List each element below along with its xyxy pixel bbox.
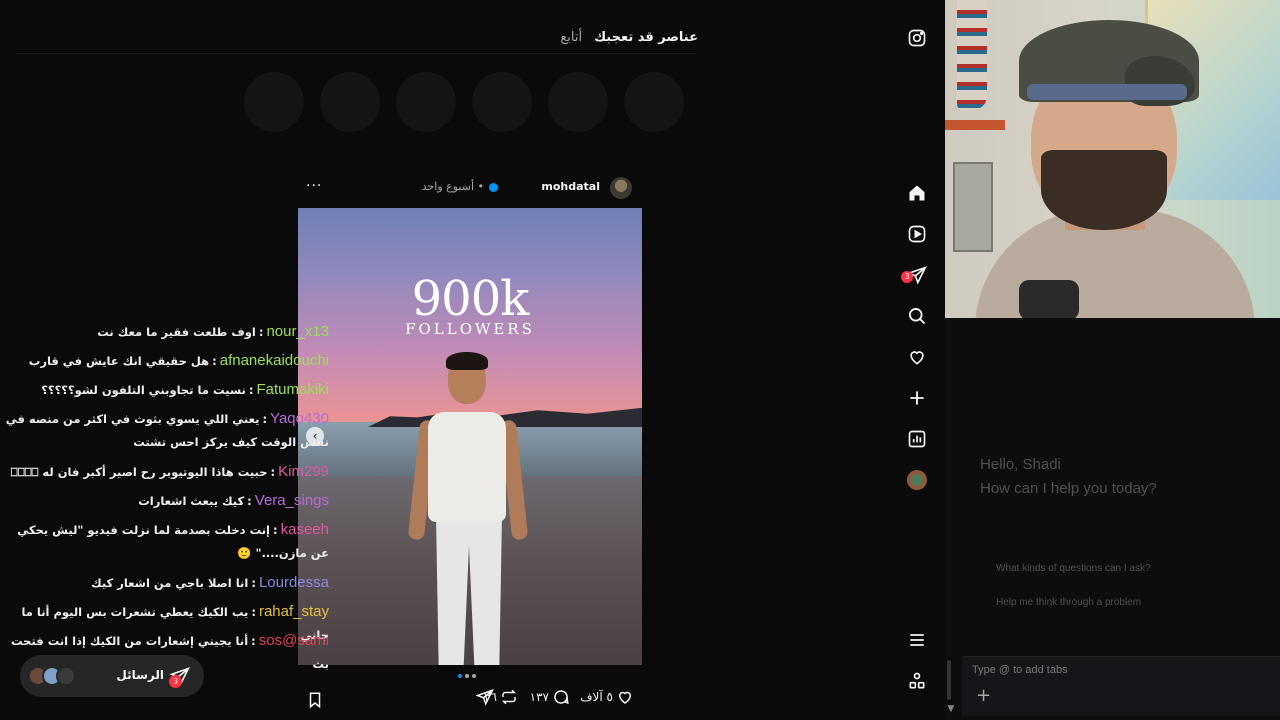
like-action[interactable]: ٥ آلاف [580, 688, 634, 706]
post-image[interactable]: 900k FOLLOWERS ‹ [298, 208, 642, 665]
bookmark-icon [309, 692, 321, 709]
chat-username[interactable]: Yaqo430 [270, 410, 329, 427]
carousel-dots [458, 674, 476, 678]
ghost-greeting: Hello, Shadi [980, 456, 1061, 473]
chat-message: nour_x13:اوف طلعت فقير ما معك نت [97, 323, 329, 340]
chat-text: هل حقيقي انك عايش في قارب [28, 354, 210, 368]
heart-icon[interactable] [907, 347, 927, 367]
story-placeholder[interactable] [320, 72, 380, 132]
ghost-suggestion: Help me think through a problem [996, 597, 1142, 608]
plus-icon[interactable] [907, 388, 927, 408]
carousel-dot [465, 674, 469, 678]
chat-message: Lourdessa:انا اصلا باجي من اشعار كيك [91, 574, 329, 591]
nav-rail: 3 [900, 0, 934, 720]
heart-icon [618, 691, 632, 704]
image-headline-label: FOLLOWERS [405, 320, 535, 338]
reels-icon[interactable] [907, 224, 927, 244]
chat-message: Vera_sings:كيك يبعث اشعارات [138, 492, 329, 509]
apps-icon[interactable] [907, 671, 927, 691]
chat-message: Yaqo430:يعني اللي يسوي بثوث في اكثر من م… [5, 410, 329, 449]
suggestions-title: عناصر قد تعجبك [594, 30, 698, 45]
chat-message: Fatumakiki:نسيت ما تجاوبني التلفون لشو؟؟… [41, 381, 329, 398]
post-actions: ٥ آلاف ١٣٧ ٣٦ [298, 688, 642, 712]
more-options-button[interactable]: ... [306, 174, 322, 190]
chat-username[interactable]: Vera_sings [255, 492, 329, 509]
share-action[interactable] [476, 688, 494, 706]
carousel-dot [472, 674, 476, 678]
chat-scrollbar[interactable] [947, 660, 951, 700]
add-tab-button[interactable]: + [976, 685, 991, 706]
post-header: mohdatal • أسبوع واحد ... [298, 174, 642, 200]
follow-link[interactable]: أتابع [560, 30, 582, 45]
chat-text: نسيت ما تجاوبني التلفون لشو؟؟؟؟؟ [41, 383, 246, 397]
chat-username[interactable]: kaseeh [281, 521, 329, 538]
instagram-logo-icon[interactable] [907, 28, 927, 48]
chat-input-placeholder: Type @ to add tabs [972, 664, 1068, 676]
repost-icon [501, 689, 517, 705]
image-headline-number: 900k [411, 271, 530, 327]
divider [16, 53, 696, 54]
post-author-avatar[interactable] [610, 177, 632, 199]
nav-messages-badge: 3 [901, 271, 913, 283]
share-icon [476, 688, 494, 706]
save-button[interactable] [306, 691, 324, 713]
chat-message: Kim299:حبيت هاذا اليوتيوبر رح اصير أكبر … [10, 463, 329, 480]
home-icon[interactable] [907, 183, 927, 203]
carousel-dot [458, 674, 462, 678]
chat-username[interactable]: nour_x13 [266, 323, 329, 340]
search-icon[interactable] [907, 306, 927, 326]
ghost-help-prompt: How can I help you today? [980, 480, 1157, 497]
comment-action[interactable]: ١٣٧ [530, 688, 570, 706]
chat-text: كيك يبعث اشعارات [138, 494, 245, 508]
chat-username[interactable]: Lourdessa [259, 574, 329, 591]
chat-message: sos@sami:أنا يجيني إشعارات من الكيك إذا … [11, 632, 329, 671]
suggestions-header: عناصر قد تعجبك أتابع [560, 30, 698, 45]
streamer-webcam [945, 0, 1280, 318]
microphone [1019, 280, 1079, 318]
menu-icon[interactable] [907, 630, 927, 650]
story-placeholder[interactable] [396, 72, 456, 132]
chat-text: انا اصلا باجي من اشعار كيك [91, 576, 249, 590]
like-count: ٥ آلاف [580, 690, 613, 704]
story-placeholder[interactable] [624, 72, 684, 132]
scroll-down-icon[interactable]: ▼ [945, 704, 957, 716]
chat-message: kaseeh:إنت دخلت بصدمة لما نزلت فيديو "لي… [17, 521, 329, 560]
shelf [945, 120, 1005, 130]
chat-username[interactable]: sos@sami [259, 632, 329, 649]
profile-avatar[interactable] [907, 470, 927, 490]
image-headline: 900k FOLLOWERS [298, 274, 642, 338]
chat-message: afnanekaidouchi:هل حقيقي انك عايش في قار… [28, 352, 329, 369]
messages-badge: 3 [169, 675, 182, 688]
chat-input[interactable]: Type @ to add tabs + [962, 656, 1280, 716]
insights-icon[interactable] [907, 429, 927, 449]
messages-icon[interactable]: 3 [901, 265, 927, 285]
image-person [406, 352, 536, 665]
chat-text: اوف طلعت فقير ما معك نت [97, 325, 256, 339]
stories-row [244, 72, 684, 132]
comment-icon [554, 690, 569, 705]
post-username[interactable]: mohdatal [541, 180, 600, 193]
post-time: • أسبوع واحد [421, 180, 484, 193]
chat-username[interactable]: rahaf_stay [259, 603, 329, 620]
stocking-decoration [957, 0, 987, 110]
chat-text: حبيت هاذا اليوتيوبر رح اصير أكبر فان له … [10, 465, 268, 479]
ghost-suggestion: What kinds of questions can I ask? [996, 563, 1151, 574]
wall-panel [953, 162, 993, 252]
story-placeholder[interactable] [548, 72, 608, 132]
comment-count: ١٣٧ [529, 690, 549, 704]
chat-username[interactable]: Kim299 [278, 463, 329, 480]
chat-username[interactable]: Fatumakiki [256, 381, 329, 398]
verified-badge-icon [489, 183, 498, 192]
chat-username[interactable]: afnanekaidouchi [220, 352, 329, 369]
story-placeholder[interactable] [244, 72, 304, 132]
story-placeholder[interactable] [472, 72, 532, 132]
